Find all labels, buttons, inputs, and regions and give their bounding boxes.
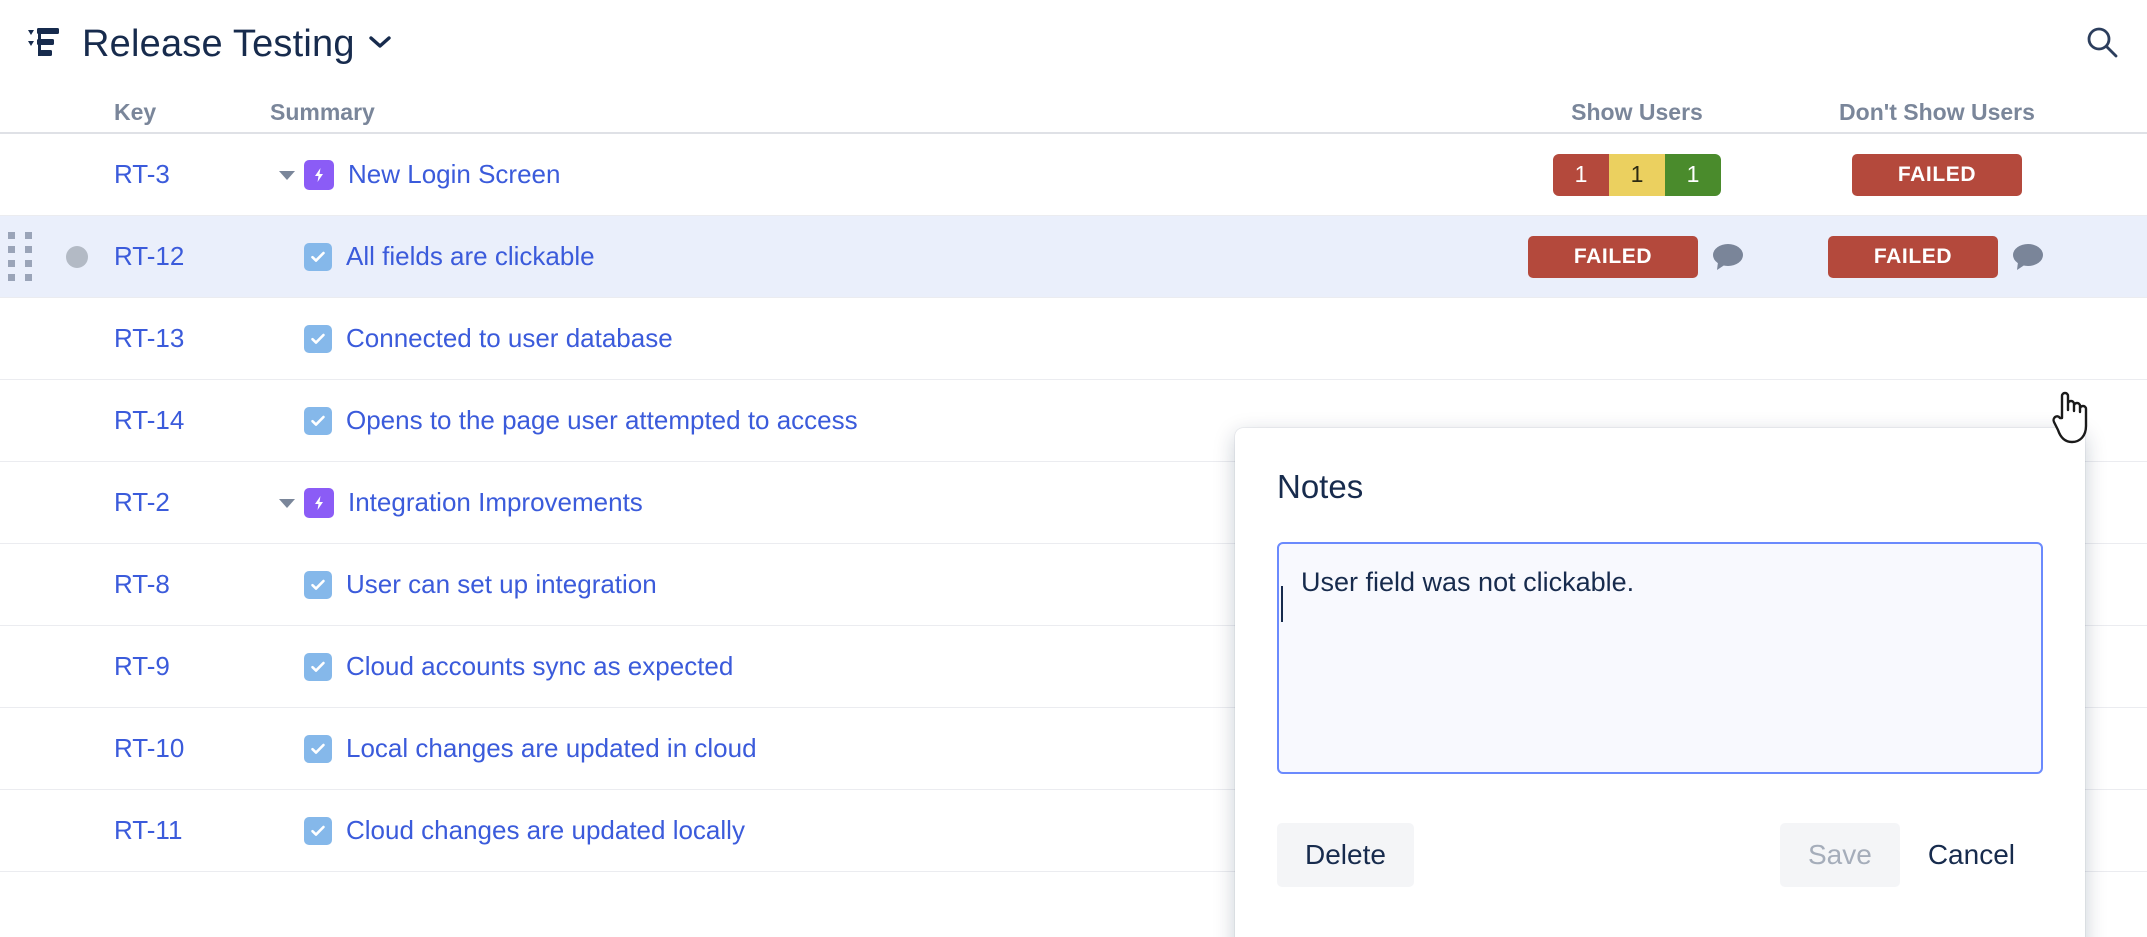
issue-key-link[interactable]: RT-10 bbox=[114, 733, 184, 764]
page-title: Release Testing bbox=[82, 23, 355, 66]
key-cell: RT-13 bbox=[114, 323, 262, 354]
key-cell: RT-3 bbox=[114, 159, 262, 190]
summary-cell: All fields are clickable bbox=[262, 241, 1487, 272]
summary-text[interactable]: Cloud accounts sync as expected bbox=[346, 651, 733, 682]
expand-collapse-icon[interactable] bbox=[270, 496, 304, 510]
summary-text[interactable]: New Login Screen bbox=[348, 159, 560, 190]
issue-key-link[interactable]: RT-11 bbox=[114, 815, 182, 846]
key-cell: RT-14 bbox=[114, 405, 262, 436]
epic-lightning-icon bbox=[304, 160, 334, 190]
status-badge[interactable]: FAILED bbox=[1528, 236, 1698, 278]
epic-lightning-icon bbox=[304, 488, 334, 518]
board-title-button[interactable]: Release Testing bbox=[82, 23, 391, 66]
summary-text[interactable]: Opens to the page user attempted to acce… bbox=[346, 405, 858, 436]
segment-passed-count[interactable]: 1 bbox=[1665, 154, 1721, 196]
issue-key-link[interactable]: RT-9 bbox=[114, 651, 170, 682]
dont-show-users-column-header[interactable]: Don't Show Users bbox=[1787, 99, 2087, 126]
key-cell: RT-2 bbox=[114, 487, 262, 518]
issue-key-link[interactable]: RT-14 bbox=[114, 405, 184, 436]
table-row[interactable]: RT-12 All fields are clickable FAILED FA… bbox=[0, 216, 2147, 298]
expand-collapse-icon[interactable] bbox=[270, 168, 304, 182]
checkbox-checked-icon[interactable] bbox=[304, 407, 332, 435]
key-cell: RT-10 bbox=[114, 733, 262, 764]
cancel-button[interactable]: Cancel bbox=[1900, 823, 2043, 887]
summary-text[interactable]: Connected to user database bbox=[346, 323, 673, 354]
issue-key-link[interactable]: RT-8 bbox=[114, 569, 170, 600]
top-bar: Release Testing bbox=[0, 0, 2147, 88]
summary-text[interactable]: Local changes are updated in cloud bbox=[346, 733, 757, 764]
drag-handle-cell[interactable] bbox=[0, 232, 40, 281]
segment-blocked-count[interactable]: 1 bbox=[1609, 154, 1665, 196]
summary-column-header[interactable]: Summary bbox=[262, 99, 1487, 126]
comment-bubble-icon[interactable] bbox=[2010, 241, 2046, 273]
checkbox-checked-icon[interactable] bbox=[304, 571, 332, 599]
text-caret bbox=[1281, 586, 1283, 622]
issue-key-link[interactable]: RT-3 bbox=[114, 159, 170, 190]
notes-textarea[interactable] bbox=[1277, 542, 2043, 774]
key-cell: RT-12 bbox=[114, 241, 262, 272]
key-cell: RT-8 bbox=[114, 569, 262, 600]
issues-table: Key Summary Show Users Don't Show Users … bbox=[0, 88, 2147, 872]
save-button[interactable]: Save bbox=[1780, 823, 1900, 887]
checkbox-checked-icon[interactable] bbox=[304, 817, 332, 845]
status-segmented-bar[interactable]: 1 1 1 bbox=[1553, 154, 1721, 196]
checkbox-checked-icon[interactable] bbox=[304, 653, 332, 681]
table-header-row: Key Summary Show Users Don't Show Users bbox=[0, 88, 2147, 134]
notes-popup-title: Notes bbox=[1277, 468, 2043, 506]
status-dot-cell[interactable] bbox=[40, 246, 114, 268]
show-users-column-header[interactable]: Show Users bbox=[1487, 99, 1787, 126]
search-button[interactable] bbox=[2079, 21, 2125, 67]
checkbox-checked-icon[interactable] bbox=[304, 735, 332, 763]
drag-handle-icon[interactable] bbox=[8, 232, 33, 281]
key-column-header[interactable]: Key bbox=[114, 99, 262, 126]
summary-text[interactable]: Cloud changes are updated locally bbox=[346, 815, 745, 846]
issue-key-link[interactable]: RT-12 bbox=[114, 241, 184, 272]
status-badge[interactable]: FAILED bbox=[1852, 154, 2022, 196]
search-icon bbox=[2085, 25, 2119, 64]
dont-show-users-cell[interactable]: FAILED bbox=[1787, 236, 2087, 278]
checkbox-checked-icon[interactable] bbox=[304, 325, 332, 353]
summary-cell: Connected to user database bbox=[262, 323, 1487, 354]
chevron-down-icon[interactable] bbox=[369, 35, 391, 54]
segment-failed-count[interactable]: 1 bbox=[1553, 154, 1609, 196]
summary-text[interactable]: Integration Improvements bbox=[348, 487, 643, 518]
show-users-cell[interactable]: 1 1 1 bbox=[1487, 154, 1787, 196]
notes-popup: Notes Delete Save Cancel bbox=[1235, 428, 2085, 937]
summary-text[interactable]: All fields are clickable bbox=[346, 241, 595, 272]
key-cell: RT-9 bbox=[114, 651, 262, 682]
notes-popup-actions: Delete Save Cancel bbox=[1277, 823, 2043, 887]
summary-cell: New Login Screen bbox=[262, 159, 1487, 190]
comment-bubble-icon[interactable] bbox=[1710, 241, 1746, 273]
issue-key-link[interactable]: RT-13 bbox=[114, 323, 184, 354]
key-cell: RT-11 bbox=[114, 815, 262, 846]
table-row[interactable]: RT-3 New Login Screen 1 1 1 FAILED bbox=[0, 134, 2147, 216]
dont-show-users-cell[interactable]: FAILED bbox=[1787, 154, 2087, 196]
table-row[interactable]: RT-13 Connected to user database bbox=[0, 298, 2147, 380]
summary-text[interactable]: User can set up integration bbox=[346, 569, 657, 600]
checkbox-checked-icon[interactable] bbox=[304, 243, 332, 271]
status-dot-icon[interactable] bbox=[66, 246, 88, 268]
status-badge[interactable]: FAILED bbox=[1828, 236, 1998, 278]
issue-key-link[interactable]: RT-2 bbox=[114, 487, 170, 518]
delete-button[interactable]: Delete bbox=[1277, 823, 1414, 887]
show-users-cell[interactable]: FAILED bbox=[1487, 236, 1787, 278]
board-hierarchy-icon bbox=[26, 27, 66, 61]
